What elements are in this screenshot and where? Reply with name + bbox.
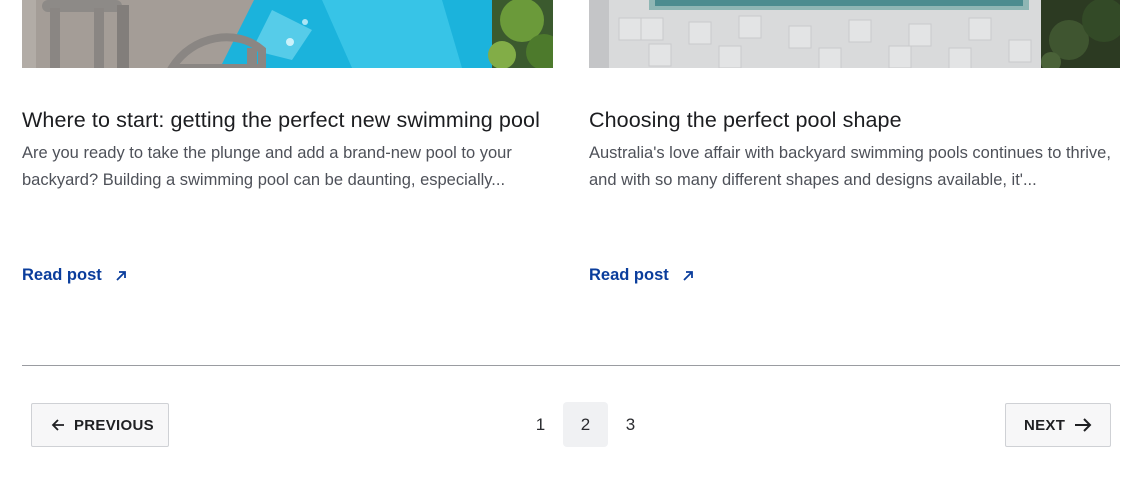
arrow-right-icon [1075,418,1092,432]
read-post-link[interactable]: Read post [22,266,128,285]
page-number-3[interactable]: 3 [608,402,653,447]
page-number-2-current[interactable]: 2 [563,402,608,447]
page-number-list: 1 2 3 [518,402,653,447]
post-excerpt: Australia's love affair with backyard sw… [589,144,1111,189]
post-card: Choosing the perfect pool shape Australi… [589,0,1120,194]
read-post-label: Read post [22,266,102,284]
arrow-up-right-icon [683,270,693,281]
read-post-link[interactable]: Read post [589,266,695,285]
post-excerpt: Are you ready to take the plunge and add… [22,144,512,189]
previous-label: PREVIOUS [74,416,154,434]
next-page-button[interactable]: NEXT [1005,403,1111,447]
read-post-label: Read post [589,266,669,284]
post-card: Where to start: getting the perfect new … [22,0,553,194]
arrow-up-right-icon [116,270,126,281]
post-thumbnail-pool[interactable] [22,0,553,68]
previous-page-button[interactable]: PREVIOUS [31,403,169,447]
post-title[interactable]: Where to start: getting the perfect new … [22,104,553,136]
page-number-1[interactable]: 1 [518,402,563,447]
post-thumbnail-pool[interactable] [589,0,1120,68]
arrow-left-icon [51,419,64,431]
pagination-divider [22,365,1120,366]
post-title[interactable]: Choosing the perfect pool shape [589,104,1120,136]
next-label: NEXT [1024,416,1066,434]
